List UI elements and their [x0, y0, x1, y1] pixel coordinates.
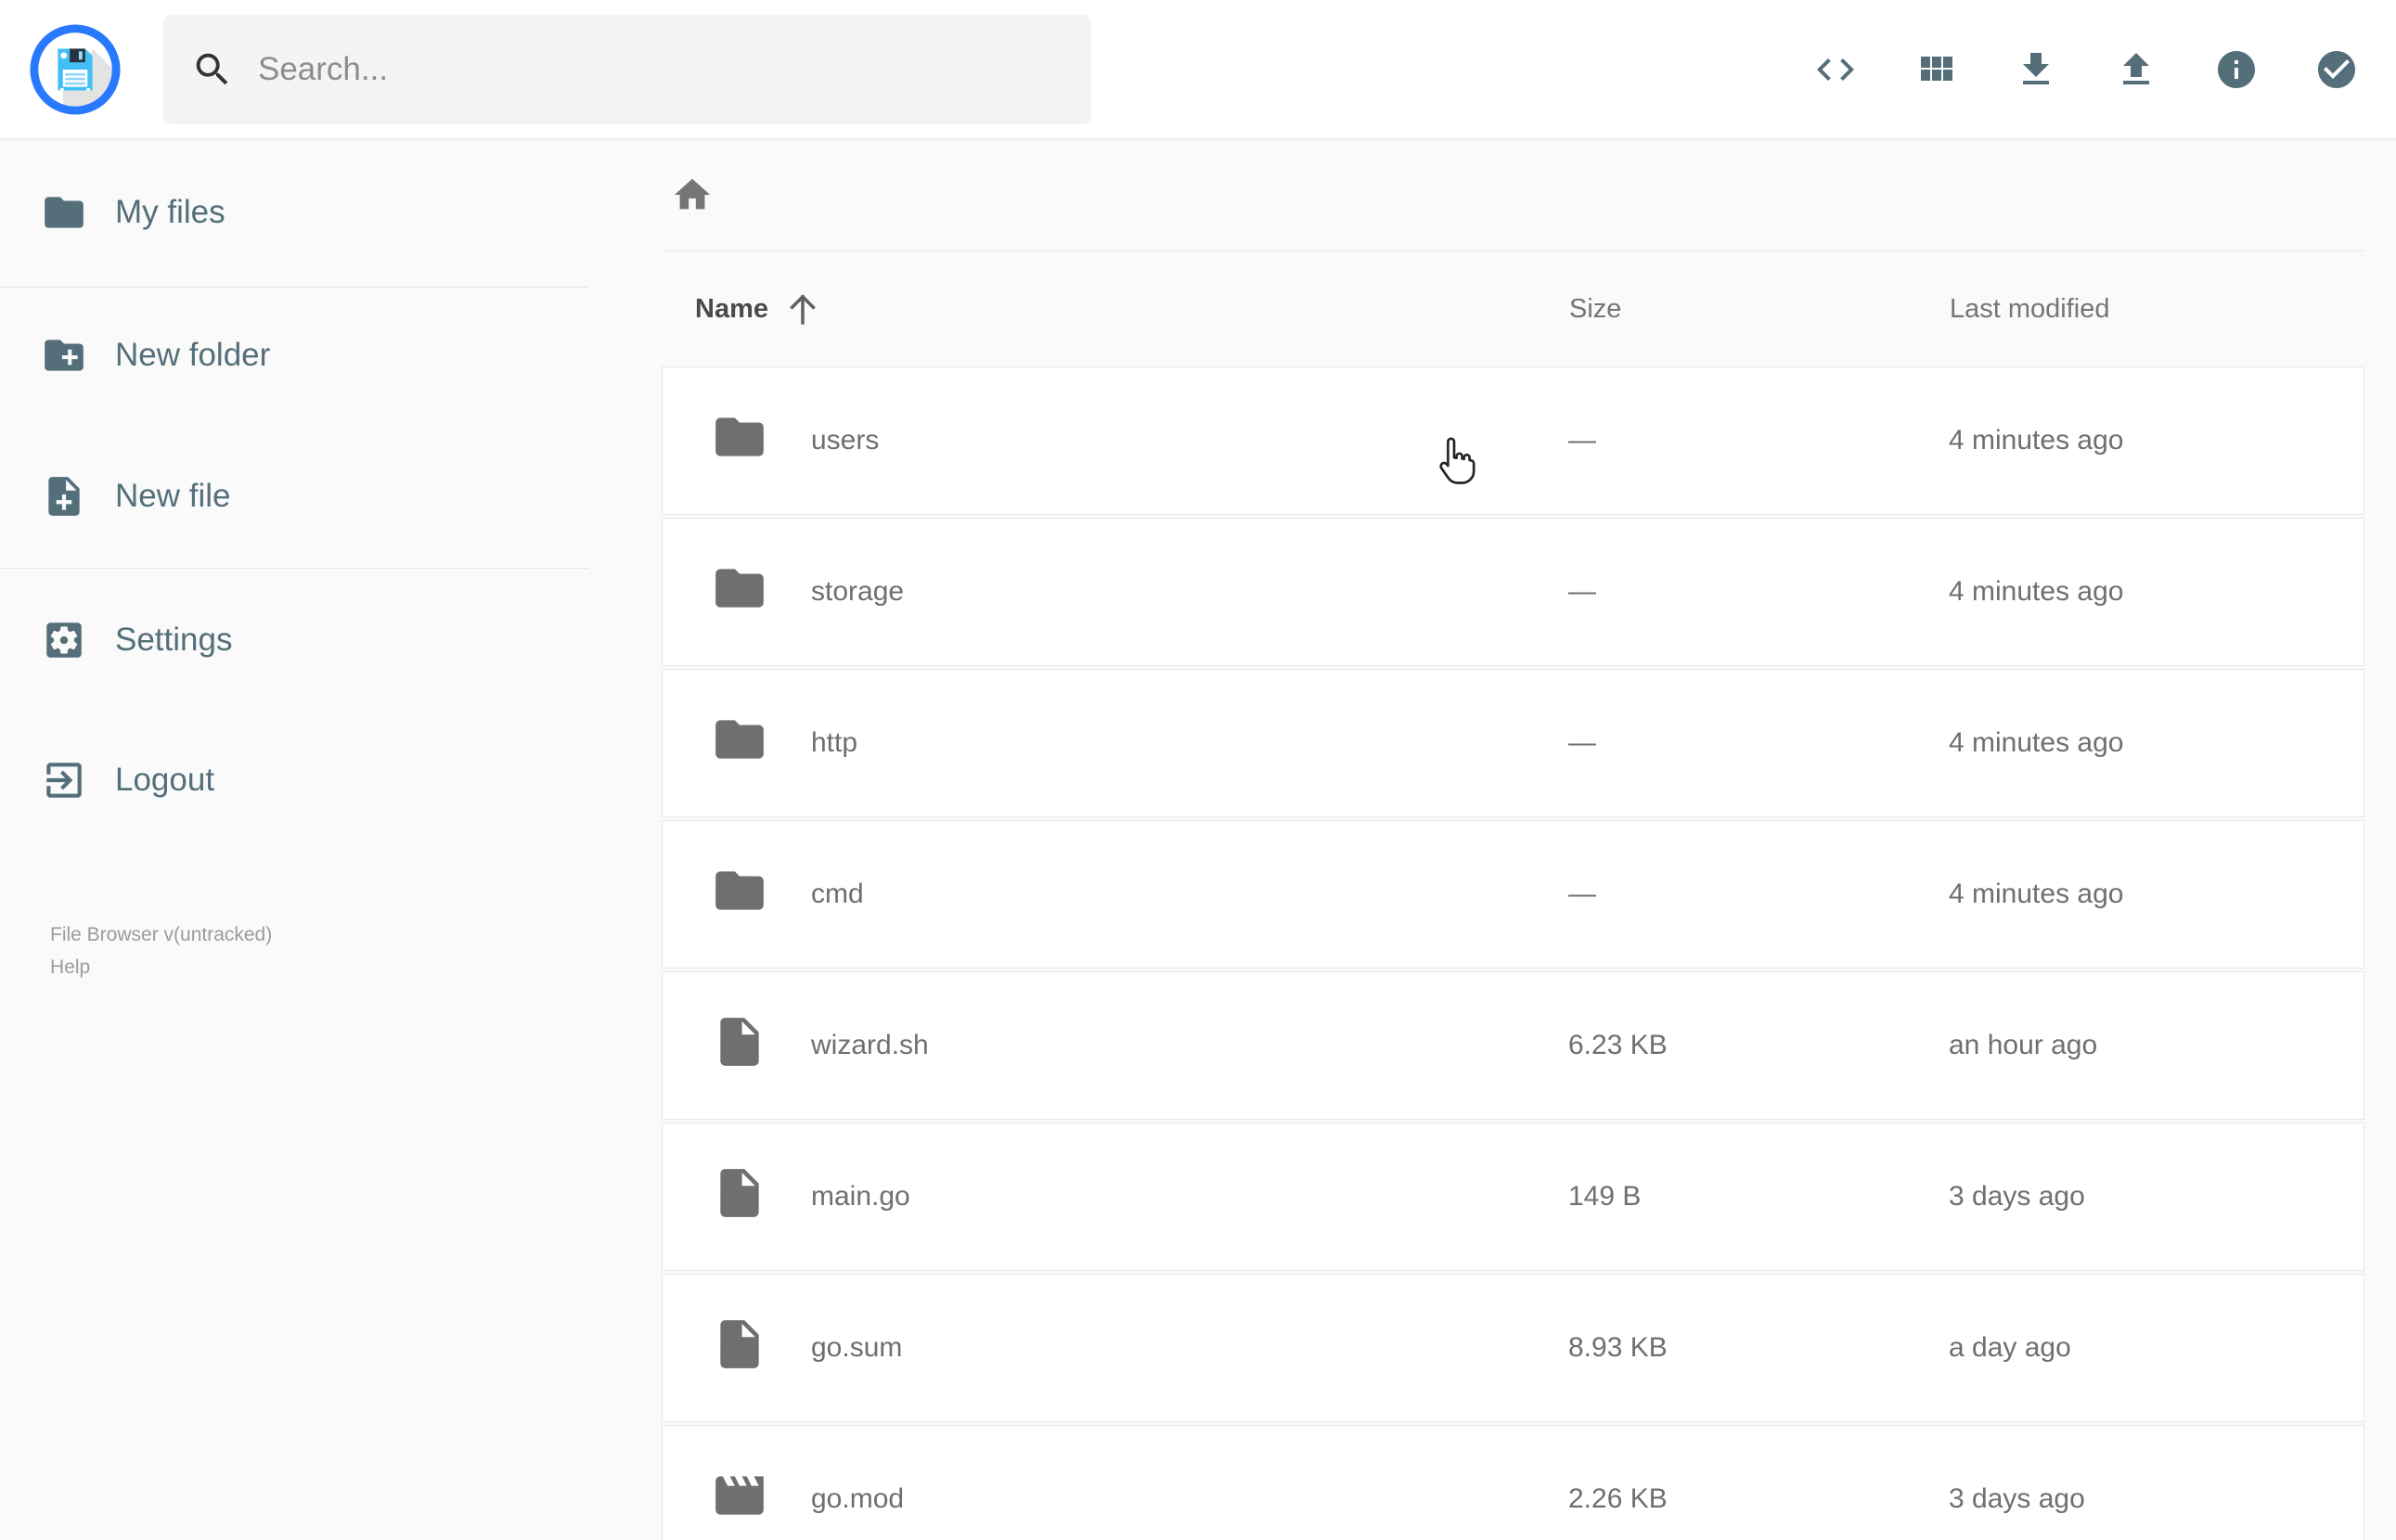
sidebar-item-new-folder[interactable]: New folder [0, 315, 588, 395]
sidebar-footer: File Browser v(untracked) Help [0, 918, 588, 983]
note-add-icon [48, 477, 80, 516]
file-name-cell: go.mod [663, 1467, 1568, 1532]
file-size: 8.93 KB [1568, 1332, 1668, 1363]
folder-icon [711, 711, 768, 776]
file-modified: 4 minutes ago [1949, 879, 2124, 909]
file-modified: 4 minutes ago [1949, 576, 2124, 607]
sidebar-divider [0, 287, 588, 288]
file-row[interactable]: users — 4 minutes ago [662, 366, 2364, 515]
file-listing: users — 4 minutes ago storage — 4 minute… [662, 366, 2364, 1540]
upload-button[interactable] [2114, 47, 2158, 92]
help-link[interactable]: Help [50, 951, 588, 983]
file-modified: 4 minutes ago [1949, 727, 2124, 758]
sidebar-item-label: My files [115, 194, 225, 230]
file-name: go.mod [811, 1483, 905, 1514]
file-row[interactable]: cmd — 4 minutes ago [662, 820, 2364, 969]
header-actions [1813, 47, 2396, 92]
app-version-label: File Browser v(untracked) [50, 924, 273, 945]
file-name-cell: wizard.sh [663, 1013, 1568, 1078]
file-name-cell: go.sum [663, 1315, 1568, 1380]
search-bar[interactable] [163, 14, 1091, 124]
file-row[interactable]: http — 4 minutes ago [662, 669, 2364, 817]
file-name-cell: cmd [663, 862, 1568, 927]
file-size: 149 B [1568, 1181, 1642, 1212]
info-icon [2218, 50, 2255, 88]
settings-icon [46, 622, 82, 658]
search-icon [196, 53, 228, 84]
breadcrumb [662, 139, 2364, 251]
info-button[interactable] [2214, 47, 2259, 92]
file-name-cell: storage [663, 559, 1568, 624]
file-size: — [1568, 425, 1596, 456]
sidebar-item-label: Logout [115, 762, 215, 798]
file-name: wizard.sh [811, 1030, 929, 1060]
download-icon [2023, 52, 2049, 84]
column-header-modified[interactable]: Last modified [1950, 294, 2364, 325]
page-body: My files New folder New file Settings Lo… [0, 139, 2396, 1540]
file-modified: 3 days ago [1949, 1483, 2085, 1514]
file-row[interactable]: go.sum 8.93 KB a day ago [662, 1274, 2364, 1422]
file-row[interactable]: storage — 4 minutes ago [662, 518, 2364, 666]
file-name: main.go [811, 1181, 910, 1212]
sidebar-item-logout[interactable]: Logout [0, 740, 588, 820]
sidebar: My files New folder New file Settings Lo… [0, 139, 588, 1539]
file-size: — [1568, 727, 1596, 758]
file-size: 6.23 KB [1568, 1030, 1668, 1060]
home-icon[interactable] [671, 173, 714, 216]
sidebar-item-label: New folder [115, 337, 271, 373]
file-row[interactable]: go.mod 2.26 KB 3 days ago [662, 1425, 2364, 1540]
file-icon [711, 1013, 768, 1078]
file-name: http [811, 727, 858, 758]
file-name-cell: main.go [663, 1164, 1568, 1229]
sidebar-item-new-file[interactable]: New file [0, 456, 588, 536]
file-row[interactable]: main.go 149 B 3 days ago [662, 1123, 2364, 1271]
download-button[interactable] [2014, 47, 2058, 92]
select-multiple-button[interactable] [2314, 47, 2359, 92]
create-new-folder-icon [45, 340, 84, 371]
file-name-cell: users [663, 408, 1568, 473]
sidebar-item-settings[interactable]: Settings [0, 600, 588, 680]
folder-icon [711, 408, 768, 473]
column-header-name[interactable]: Name [662, 289, 1569, 328]
column-header-size[interactable]: Size [1569, 294, 1950, 325]
sidebar-divider [0, 568, 588, 569]
filebrowser-logo[interactable] [28, 22, 122, 117]
folder-icon [711, 862, 768, 927]
file-size: — [1568, 576, 1596, 607]
file-icon [711, 1315, 768, 1380]
search-input[interactable] [258, 50, 1063, 88]
file-modified: 4 minutes ago [1949, 425, 2124, 456]
code-icon [1817, 58, 1854, 81]
movie-icon [711, 1467, 768, 1532]
sidebar-item-my-files[interactable]: My files [0, 173, 588, 252]
app-header [0, 0, 2396, 139]
folder-icon [711, 559, 768, 624]
file-modified: a day ago [1949, 1332, 2071, 1363]
file-name: cmd [811, 879, 864, 909]
file-size: — [1568, 879, 1596, 909]
folder-icon [45, 197, 84, 228]
switch-view-button[interactable] [1913, 47, 1958, 92]
file-name: go.sum [811, 1332, 903, 1363]
shell-button[interactable] [1813, 47, 1858, 92]
main-content: Name Size Last modified users — 4 minute… [588, 139, 2396, 1540]
file-modified: 3 days ago [1949, 1181, 2085, 1212]
file-name-cell: http [663, 711, 1568, 776]
check-circle-icon [2318, 50, 2355, 88]
grid-view-icon [1921, 56, 1952, 81]
sidebar-item-label: Settings [115, 622, 233, 658]
file-row[interactable]: wizard.sh 6.23 KB an hour ago [662, 971, 2364, 1120]
logout-icon [46, 763, 82, 798]
sort-ascending-icon [790, 294, 816, 325]
listing-column-headers: Name Size Last modified [662, 251, 2364, 366]
file-name: users [811, 425, 880, 456]
file-name: storage [811, 576, 905, 607]
file-icon [711, 1164, 768, 1229]
file-modified: an hour ago [1949, 1030, 2098, 1060]
file-size: 2.26 KB [1568, 1483, 1668, 1514]
upload-icon [2123, 52, 2149, 84]
sidebar-item-label: New file [115, 478, 231, 514]
